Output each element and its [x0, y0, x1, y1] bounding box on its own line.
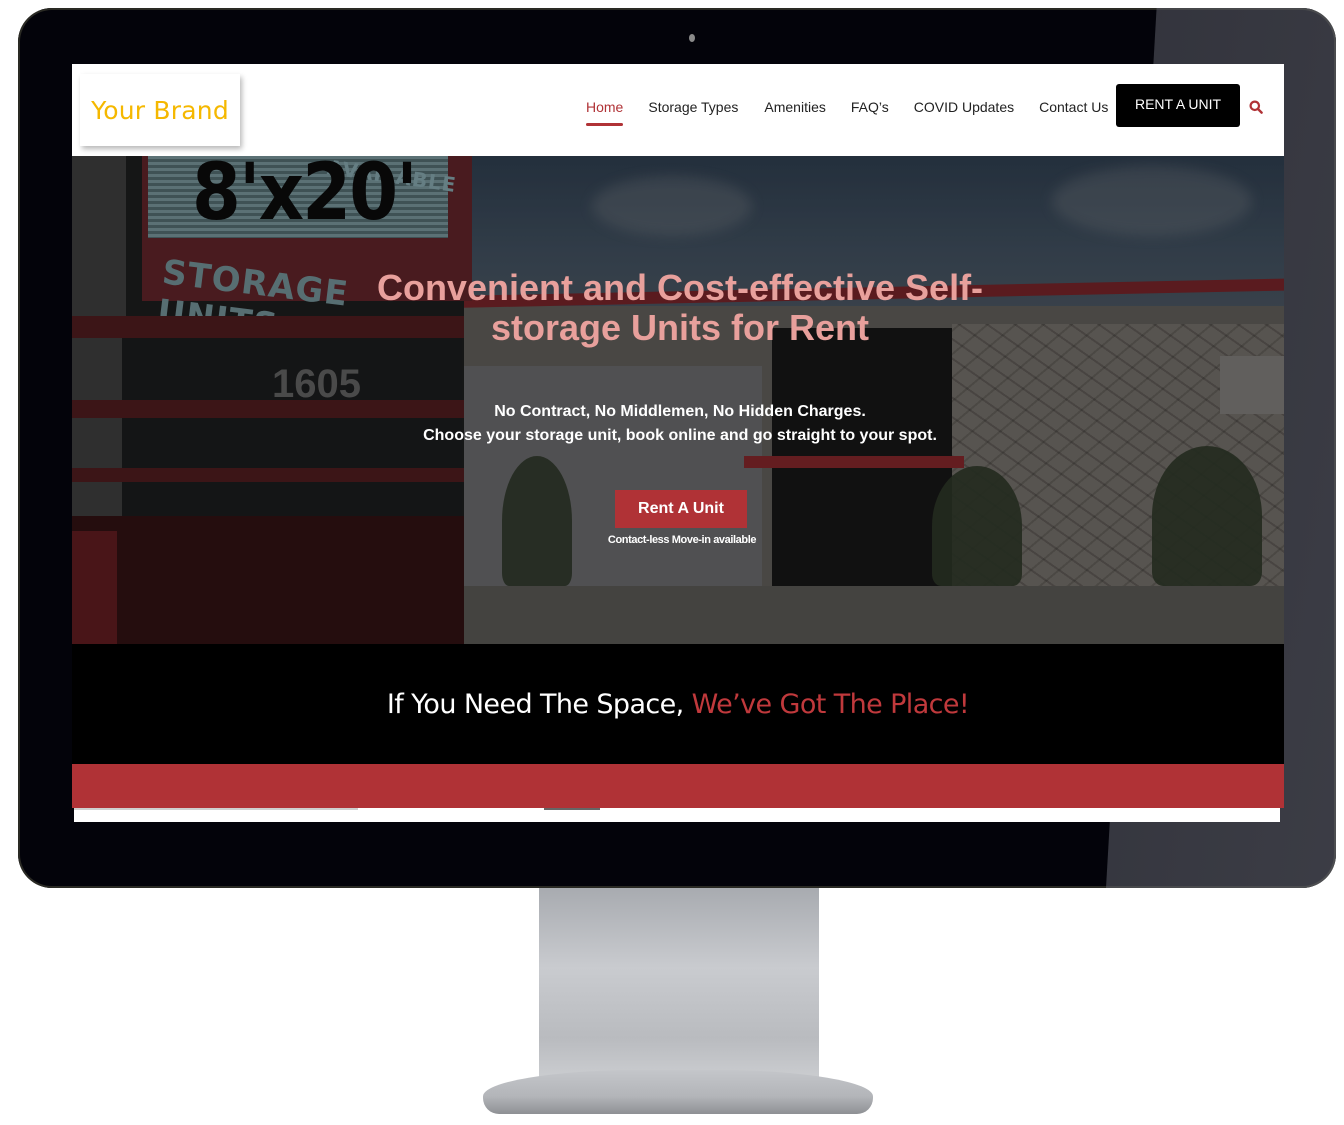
search-icon[interactable] — [1249, 100, 1263, 114]
hero-subtitle-line-2: Choose your storage unit, book online an… — [423, 427, 937, 444]
hero-title: Convenient and Cost-effective Self-stora… — [376, 267, 984, 348]
main-nav: Home Storage Types Amenities FAQ’s COVID… — [586, 99, 1133, 126]
tagline-heading: If You Need The Space, We’ve Got The Pla… — [386, 688, 970, 720]
screen-bottom-strip — [74, 808, 1280, 822]
camera-icon — [689, 34, 695, 42]
stand-base — [483, 1070, 873, 1114]
scroll-indicator — [544, 808, 600, 810]
brand-logo-text: Your Brand — [91, 95, 229, 125]
nav-item-contact-us[interactable]: Contact Us — [1039, 99, 1108, 115]
monitor-stand — [483, 888, 873, 1123]
rent-a-unit-hero-button[interactable]: Rent A Unit — [615, 490, 747, 528]
red-band-section — [72, 764, 1284, 808]
horizontal-scrollbar[interactable] — [74, 808, 358, 810]
tagline-part-1: If You Need The Space, — [386, 688, 692, 720]
hero-subtitle-line-1: No Contract, No Middlemen, No Hidden Cha… — [494, 403, 866, 420]
tagline-section: If You Need The Space, We’ve Got The Pla… — [72, 644, 1284, 764]
hero-subtitle: No Contract, No Middlemen, No Hidden Cha… — [322, 400, 1038, 448]
nav-item-covid-updates[interactable]: COVID Updates — [914, 99, 1014, 115]
nav-item-faqs[interactable]: FAQ’s — [851, 99, 889, 115]
rent-a-unit-header-button[interactable]: RENT A UNIT — [1116, 84, 1240, 127]
contactless-note: Contact-less Move-in available — [607, 534, 757, 546]
brand-logo[interactable]: Your Brand — [80, 74, 240, 146]
nav-item-storage-types[interactable]: Storage Types — [648, 99, 738, 115]
tagline-part-2: We’ve Got The Place! — [691, 688, 970, 720]
stand-neck — [539, 888, 819, 1088]
hero-section: AVAILABLE 8'x20' STORAGE UNITS 1605 Conv… — [72, 156, 1284, 644]
site-header: Your Brand Home Storage Types Amenities … — [72, 64, 1284, 156]
website-screen: Your Brand Home Storage Types Amenities … — [72, 64, 1284, 808]
nav-item-amenities[interactable]: Amenities — [764, 99, 825, 115]
nav-item-home[interactable]: Home — [586, 99, 624, 126]
